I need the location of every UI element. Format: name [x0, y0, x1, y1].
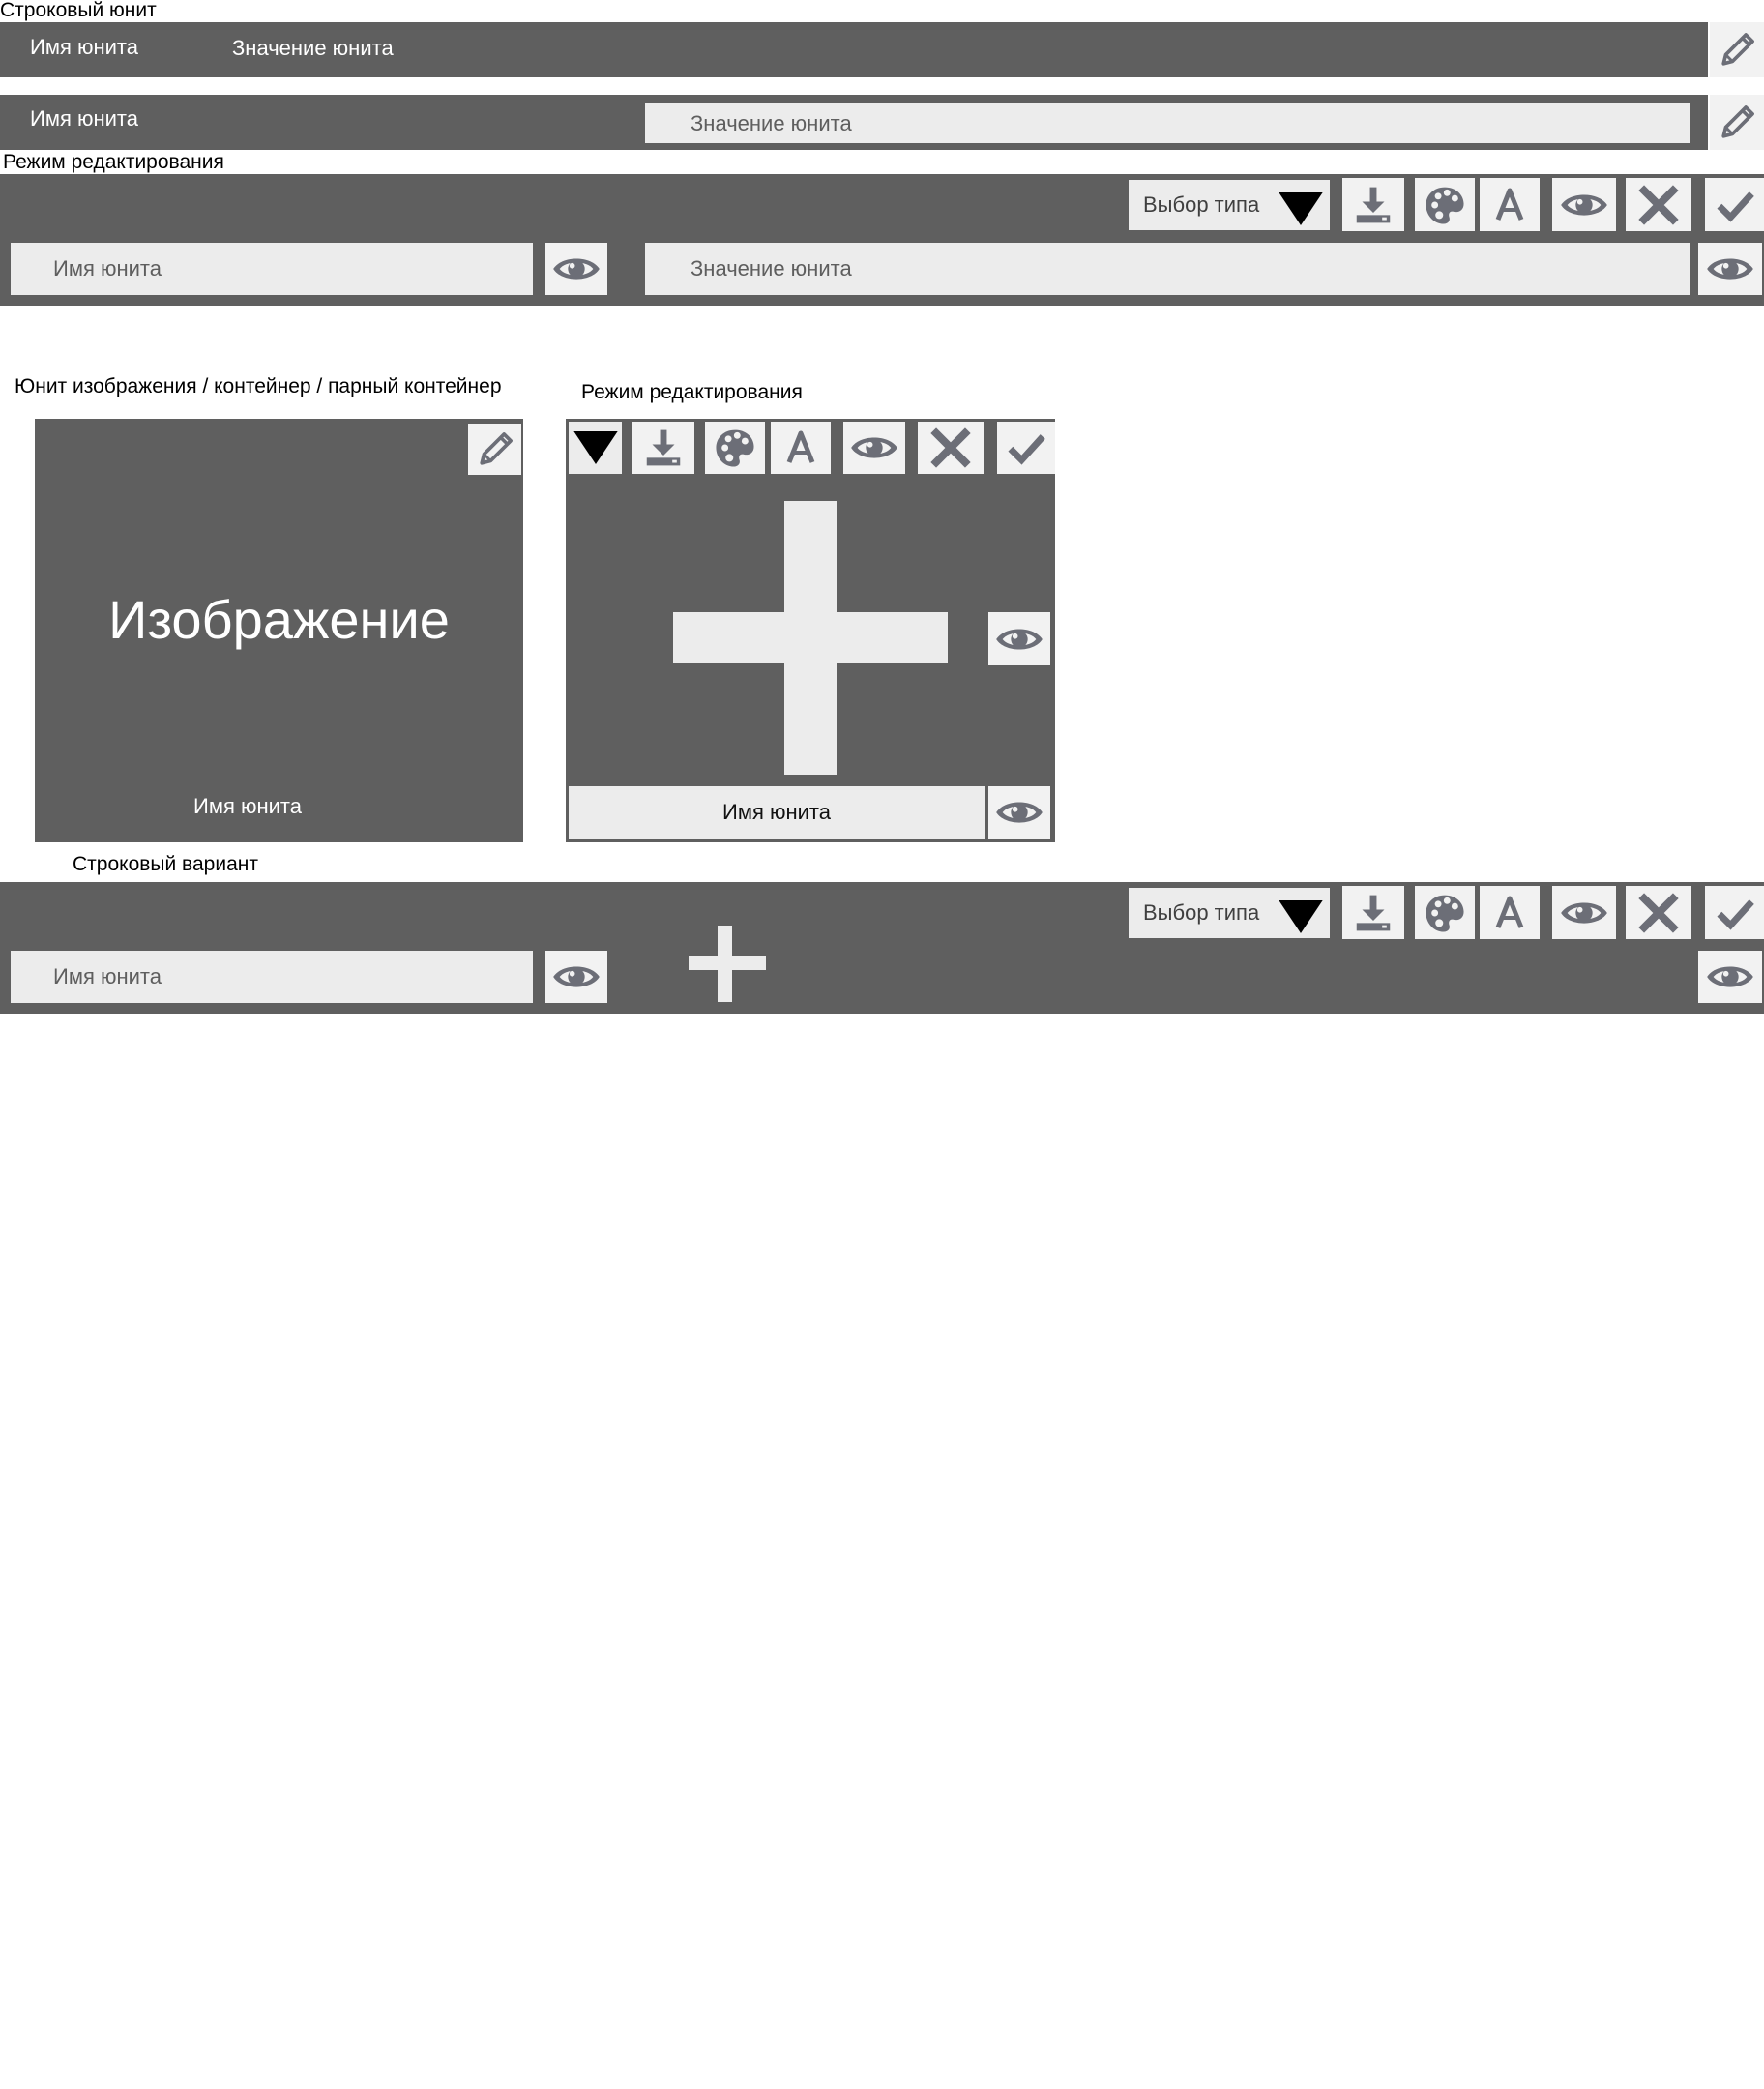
close-icon	[1636, 183, 1681, 227]
eye-icon	[994, 791, 1044, 834]
image-unit-caption: Юнит изображения / контейнер / парный ко…	[15, 375, 502, 397]
image-unit-tile[interactable]: Изображение Имя юнита	[35, 419, 523, 842]
type-select-label: Выбор типа	[1143, 900, 1260, 925]
confirm-button[interactable]	[1705, 886, 1764, 939]
name-visibility-button[interactable]	[545, 243, 607, 295]
unit-name-input[interactable]: Имя юнита	[11, 951, 533, 1003]
unit-name-label: Имя юнита	[30, 106, 138, 131]
unit-name-input[interactable]: Имя юнита	[11, 243, 533, 295]
type-select[interactable]: Выбор типа	[1129, 888, 1330, 938]
eye-icon	[1559, 892, 1609, 934]
row-unit-view-bar: Имя юнита Значение юнита	[0, 22, 1708, 77]
visibility-button[interactable]	[1552, 886, 1616, 939]
font-button[interactable]	[1480, 178, 1540, 231]
font-icon	[1490, 894, 1529, 932]
value-visibility-button[interactable]	[1698, 951, 1762, 1003]
font-button[interactable]	[1480, 886, 1540, 939]
name-visibility-button[interactable]	[545, 951, 607, 1003]
eye-icon	[849, 427, 899, 469]
eye-icon	[551, 248, 602, 290]
add-value-icon-bar	[689, 956, 766, 970]
close-icon	[928, 426, 973, 470]
download-button[interactable]	[1342, 178, 1404, 231]
unit-name-label: Имя юнита	[193, 794, 302, 818]
unit-name-input[interactable]: Имя юнита	[569, 786, 985, 839]
row-unit-view-bar-2: Имя юнита Значение юнита	[0, 95, 1708, 150]
eye-icon	[1705, 248, 1755, 290]
palette-button[interactable]	[705, 422, 765, 474]
font-icon	[781, 428, 820, 467]
download-icon	[1351, 183, 1396, 227]
image-edit-mode-caption: Режим редактирования	[581, 381, 803, 403]
eye-icon	[994, 618, 1044, 661]
palette-icon	[1423, 183, 1467, 227]
eye-icon	[1559, 184, 1609, 226]
font-icon	[1490, 186, 1529, 224]
edit-button[interactable]	[1710, 95, 1764, 150]
download-icon	[1351, 891, 1396, 935]
download-icon	[641, 426, 686, 470]
palette-button[interactable]	[1415, 886, 1475, 939]
edit-button[interactable]	[468, 424, 521, 475]
unit-value-label: Значение юнита	[232, 36, 394, 60]
row-unit-edit-panel: Выбор типа Имя юнита Значение юнита	[0, 174, 1764, 306]
chevron-down-icon	[573, 431, 619, 464]
row-unit-caption: Строковый юнит	[0, 0, 157, 21]
row-variant-edit-panel: Выбор типа Имя юнита	[0, 882, 1764, 1014]
image-placeholder-label: Изображение	[108, 589, 450, 650]
check-icon	[1713, 183, 1757, 227]
check-icon	[1713, 891, 1757, 935]
cancel-button[interactable]	[1626, 178, 1691, 231]
font-button[interactable]	[771, 422, 831, 474]
confirm-button[interactable]	[1705, 178, 1764, 231]
image-unit-edit-tile: Имя юнита	[566, 419, 1055, 842]
content-visibility-button[interactable]	[988, 612, 1050, 665]
unit-value-input[interactable]: Значение юнита	[645, 243, 1690, 295]
pencil-icon	[1715, 101, 1759, 145]
type-select[interactable]: Выбор типа	[1129, 180, 1330, 230]
edit-button[interactable]	[1710, 22, 1764, 77]
chevron-down-icon	[1278, 192, 1324, 225]
eye-icon	[1705, 956, 1755, 998]
close-icon	[1636, 891, 1681, 935]
type-select-label: Выбор типа	[1143, 192, 1260, 217]
check-icon	[1004, 426, 1048, 470]
row-variant-caption: Строковый вариант	[73, 853, 258, 875]
chevron-down-icon	[1278, 900, 1324, 933]
eye-icon	[551, 956, 602, 998]
add-content-icon-bar	[673, 612, 948, 663]
unit-value-field: Значение юнита	[645, 103, 1690, 143]
visibility-button[interactable]	[843, 422, 905, 474]
name-visibility-button[interactable]	[988, 786, 1050, 839]
palette-button[interactable]	[1415, 178, 1475, 231]
pencil-icon	[473, 427, 517, 472]
unit-name-label: Имя юнита	[30, 35, 138, 59]
type-select[interactable]	[569, 422, 622, 474]
download-button[interactable]	[1342, 886, 1404, 939]
edit-mode-caption: Режим редактирования	[3, 151, 224, 173]
visibility-button[interactable]	[1552, 178, 1616, 231]
palette-icon	[1423, 891, 1467, 935]
value-visibility-button[interactable]	[1698, 243, 1762, 295]
cancel-button[interactable]	[918, 422, 984, 474]
confirm-button[interactable]	[997, 422, 1055, 474]
download-button[interactable]	[632, 422, 694, 474]
pencil-icon	[1715, 28, 1759, 73]
palette-icon	[713, 426, 757, 470]
cancel-button[interactable]	[1626, 886, 1691, 939]
